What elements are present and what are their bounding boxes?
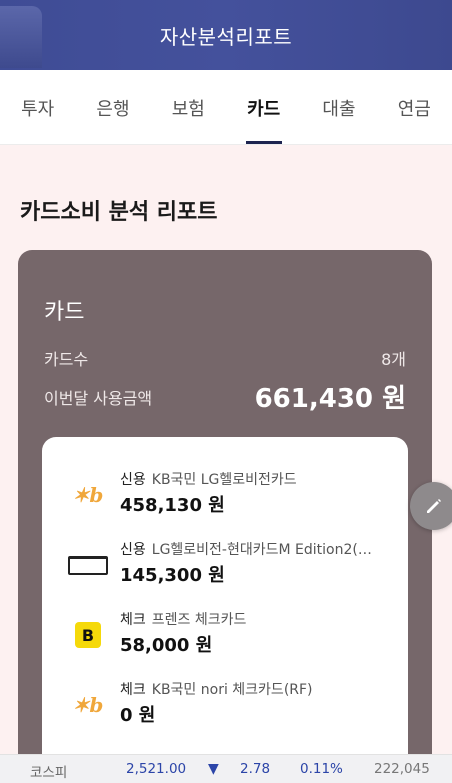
tab-insurance[interactable]: 보험: [151, 70, 226, 144]
report-content: 카드소비 분석 리포트 카드 카드수 8개 이번달 사용금액 661,430 원…: [0, 144, 452, 777]
card-type: 체크: [120, 682, 146, 698]
card-item[interactable]: 신용 LG헬로비전-현대카드M Edition2(… 145,300 원: [42, 534, 408, 594]
card-count-row: 카드수 8개: [44, 346, 406, 370]
card-type: 신용: [120, 472, 146, 488]
card-count-label: 카드수: [44, 350, 89, 369]
card-image-icon: [68, 552, 108, 578]
ticker-percent: 0.11%: [300, 761, 343, 777]
card-title: 체크 KB국민 nori 체크카드(RF): [120, 679, 390, 699]
tab-card[interactable]: 카드: [226, 70, 301, 144]
ticker-volume: 222,045: [374, 761, 430, 777]
edit-button[interactable]: [410, 482, 452, 530]
card-list: ✶b 신용 KB국민 LG헬로비전카드 458,130 원 신용 LG헬로비전-현대…: [42, 437, 408, 777]
top-app-bar: 자산분석리포트: [0, 0, 452, 70]
page-title: 자산분석리포트: [159, 24, 293, 49]
pencil-icon: [427, 499, 441, 513]
ticker-value: 2,521.00: [126, 761, 187, 777]
card-amount: 145,300 원: [120, 565, 225, 586]
card-name: LG헬로비전-현대카드M Edition2(…: [151, 542, 372, 558]
card-amount: 0 원: [120, 705, 156, 726]
card-amount: 58,000 원: [120, 635, 213, 656]
card-item[interactable]: ✶b 체크 KB국민 nori 체크카드(RF) 0 원: [42, 674, 408, 734]
monthly-amount-row: 이번달 사용금액 661,430 원: [44, 378, 406, 415]
card-amount: 458,130 원: [120, 495, 225, 516]
tab-loan[interactable]: 대출: [301, 70, 376, 144]
panel-heading: 카드: [44, 300, 85, 325]
card-type: 신용: [120, 542, 146, 558]
card-name: KB국민 nori 체크카드(RF): [151, 682, 313, 698]
ticker-change: 2.78: [240, 761, 271, 777]
monthly-amount-label: 이번달 사용금액: [44, 388, 153, 408]
card-item[interactable]: ✶b 신용 KB국민 LG헬로비전카드 458,130 원: [42, 464, 408, 524]
tab-pension[interactable]: 연금: [377, 70, 452, 144]
card-name: KB국민 LG헬로비전카드: [151, 472, 297, 488]
card-item[interactable]: B 체크 프렌즈 체크카드 58,000 원: [42, 604, 408, 664]
report-title: 카드소비 분석 리포트: [20, 200, 218, 225]
kb-logo-icon: ✶b: [72, 693, 104, 717]
card-name: 프렌즈 체크카드: [151, 612, 247, 628]
card-title: 체크 프렌즈 체크카드: [120, 609, 390, 629]
stock-ticker[interactable]: 코스피 2,521.00 ▼ 2.78 0.11% 222,045: [0, 754, 452, 783]
down-arrow-icon: ▼: [208, 761, 219, 777]
tab-invest[interactable]: 투자: [0, 70, 75, 144]
back-tab[interactable]: [0, 6, 42, 68]
card-type: 체크: [120, 612, 146, 628]
card-title: 신용 KB국민 LG헬로비전카드: [120, 469, 390, 489]
category-tabs: 투자 은행 보험 카드 대출 연금: [0, 70, 452, 145]
ticker-name: 코스피: [30, 765, 68, 781]
card-title: 신용 LG헬로비전-현대카드M Edition2(…: [120, 539, 390, 559]
monthly-amount-value: 661,430 원: [254, 384, 406, 414]
card-summary-panel: 카드 카드수 8개 이번달 사용금액 661,430 원 ✶b 신용 KB국민 L…: [18, 250, 432, 777]
tab-bank[interactable]: 은행: [75, 70, 150, 144]
kb-logo-icon: ✶b: [72, 483, 104, 507]
friends-b-logo-icon: B: [68, 622, 108, 648]
card-count-value: 8개: [381, 350, 406, 369]
